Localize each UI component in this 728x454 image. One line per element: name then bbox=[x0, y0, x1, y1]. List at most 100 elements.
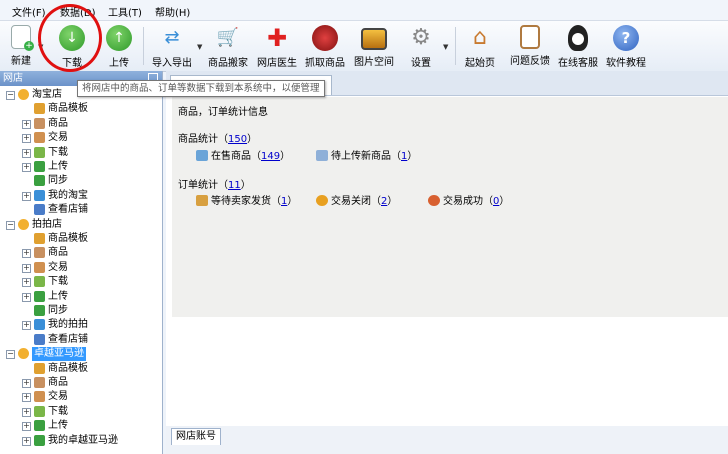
feedback-button[interactable]: 问题反馈 bbox=[508, 23, 552, 69]
upload-icon bbox=[34, 161, 45, 172]
expand-icon[interactable]: + bbox=[22, 163, 31, 172]
online-service-button[interactable]: 在线客服 bbox=[556, 23, 600, 69]
expand-icon[interactable]: + bbox=[22, 278, 31, 288]
success-count-link[interactable]: 0 bbox=[493, 196, 499, 207]
sync-icon bbox=[34, 305, 45, 316]
collapse-icon[interactable]: − bbox=[6, 91, 15, 100]
expand-icon[interactable]: + bbox=[22, 379, 31, 388]
house-icon: ⌂ bbox=[473, 25, 487, 50]
tree-item[interactable]: +查看店铺 bbox=[0, 203, 162, 217]
tree-item-label: 我的卓越亚马逊 bbox=[48, 434, 118, 446]
tree-item[interactable]: + 下载 bbox=[0, 405, 162, 419]
tree-item[interactable]: + 下载 bbox=[0, 146, 162, 160]
tree-item-label: 上传 bbox=[48, 161, 68, 172]
pending-upload-stat: 待上传新商品（1） bbox=[316, 147, 417, 162]
tree-item[interactable]: + 交易 bbox=[0, 131, 162, 145]
spider-icon bbox=[312, 25, 338, 51]
template-icon bbox=[34, 362, 45, 374]
shop-tree-panel: 网店 −淘宝店+商品模板+商品+交易+下载+上传+同步+我的淘宝+查看店铺−拍拍… bbox=[0, 71, 163, 454]
tree-item[interactable]: + 上传 bbox=[0, 290, 162, 304]
tree-item-label: 商品模板 bbox=[48, 362, 88, 374]
tree-item[interactable]: + 商品 bbox=[0, 376, 162, 390]
product-stats: 商品统计（150） bbox=[178, 134, 258, 145]
tree-item[interactable]: +同步 bbox=[0, 174, 162, 188]
expand-icon[interactable]: + bbox=[22, 263, 31, 273]
tree-item[interactable]: + 商品 bbox=[0, 117, 162, 131]
import-export-button[interactable]: ⇄ 导入导出 bbox=[150, 23, 194, 69]
tree-item-label: 同步 bbox=[48, 175, 68, 187]
expand-icon[interactable]: + bbox=[22, 148, 31, 158]
tutorial-button[interactable]: ? 软件教程 bbox=[604, 23, 648, 69]
tree-item[interactable]: + 我的淘宝 bbox=[0, 189, 162, 203]
tree-item[interactable]: + 商品 bbox=[0, 246, 162, 260]
tree-item[interactable]: + 我的卓越亚马逊 bbox=[0, 434, 162, 448]
shop-doctor-button[interactable]: ✚ 网店医生 bbox=[255, 23, 299, 69]
expand-icon[interactable]: + bbox=[22, 292, 31, 302]
bottom-tab-area: 网店账号 bbox=[166, 426, 728, 454]
tree-shop-node[interactable]: − 拍拍店 bbox=[0, 218, 162, 232]
panel-title: 网店 bbox=[3, 73, 23, 84]
tab-shop-accounts[interactable]: 网店账号 bbox=[171, 428, 221, 445]
settings-button[interactable]: ⚙ 设置 bbox=[403, 23, 439, 69]
tree-item-label: 查看店铺 bbox=[48, 204, 88, 216]
expand-icon[interactable]: + bbox=[22, 422, 31, 432]
expand-icon[interactable]: + bbox=[22, 119, 31, 129]
tree-item[interactable]: + 交易 bbox=[0, 261, 162, 275]
grab-product-button[interactable]: 抓取商品 bbox=[303, 23, 347, 69]
tree-item-label: 查看店铺 bbox=[48, 333, 88, 345]
tree-item-label: 商品模板 bbox=[48, 103, 88, 115]
clipboard-icon bbox=[520, 25, 540, 49]
tree-item[interactable]: +商品模板 bbox=[0, 362, 162, 376]
on-sale-count-link[interactable]: 149 bbox=[261, 151, 280, 162]
statistics-panel: 商品，订单统计信息 商品统计（150） 在售商品（149） 待上传新商品（1） … bbox=[172, 97, 728, 317]
expand-icon[interactable]: + bbox=[22, 407, 31, 417]
tree-item[interactable]: +商品模板 bbox=[0, 232, 162, 246]
product-total-link[interactable]: 150 bbox=[228, 134, 247, 145]
collapse-icon[interactable]: − bbox=[6, 350, 15, 360]
tree-item[interactable]: + 上传 bbox=[0, 419, 162, 433]
expand-icon[interactable]: + bbox=[22, 393, 31, 403]
tree-shop-node[interactable]: − 卓越亚马逊 bbox=[0, 347, 162, 362]
shop-icon bbox=[18, 348, 29, 360]
penguin-icon bbox=[568, 25, 588, 51]
tag-icon bbox=[196, 150, 208, 161]
main-content: 商品，订单统计信息 商品统计（150） 在售商品（149） 待上传新商品（1） … bbox=[166, 71, 728, 454]
closed-count-link[interactable]: 2 bbox=[381, 196, 387, 207]
menu-file[interactable]: 文件(F) bbox=[12, 4, 46, 19]
image-space-button[interactable]: 图片空间 bbox=[352, 23, 396, 69]
new-button[interactable]: + 新建 bbox=[6, 23, 36, 69]
tree-item-label: 淘宝店 bbox=[32, 89, 62, 100]
expand-icon[interactable]: + bbox=[22, 134, 31, 144]
tree-item[interactable]: + 上传 bbox=[0, 160, 162, 174]
expand-icon[interactable]: + bbox=[22, 436, 31, 446]
tree-item[interactable]: + 下载 bbox=[0, 275, 162, 289]
tree-item[interactable]: +商品模板 bbox=[0, 102, 162, 116]
home-button[interactable]: ⌂ 起始页 bbox=[462, 23, 498, 69]
help-icon: ? bbox=[613, 25, 639, 51]
expand-icon[interactable]: + bbox=[22, 249, 31, 259]
menu-bar: 文件(F) 数据(D) 工具(T) 帮助(H) bbox=[0, 0, 728, 21]
tree-item-label: 上传 bbox=[48, 420, 68, 432]
tree-item[interactable]: + 我的拍拍 bbox=[0, 318, 162, 332]
on-sale-stat: 在售商品（149） bbox=[196, 147, 290, 162]
tree-item-label: 交易 bbox=[48, 391, 68, 403]
tree-item[interactable]: +查看店铺 bbox=[0, 333, 162, 347]
tree-item-label: 交易 bbox=[48, 132, 68, 144]
pending-upload-count-link[interactable]: 1 bbox=[401, 151, 407, 162]
expand-icon[interactable]: + bbox=[22, 321, 31, 331]
order-total-link[interactable]: 11 bbox=[228, 180, 241, 191]
menu-tools[interactable]: 工具(T) bbox=[108, 4, 142, 19]
tree-item[interactable]: +同步 bbox=[0, 304, 162, 318]
awaiting-ship-count-link[interactable]: 1 bbox=[281, 196, 287, 207]
upload-arrow-icon: ↑ bbox=[106, 25, 132, 51]
product-move-button[interactable]: 🛒 商品搬家 bbox=[206, 23, 250, 69]
trade-icon bbox=[34, 261, 45, 273]
upload-button[interactable]: ↑ 上传 bbox=[104, 23, 134, 69]
highlight-circle bbox=[38, 4, 102, 72]
expand-icon[interactable]: + bbox=[22, 191, 31, 201]
import-export-dropdown-icon[interactable]: ▼ bbox=[197, 43, 202, 51]
collapse-icon[interactable]: − bbox=[6, 220, 15, 230]
tree-item[interactable]: + 交易 bbox=[0, 390, 162, 404]
settings-dropdown-icon[interactable]: ▼ bbox=[443, 43, 448, 51]
menu-help[interactable]: 帮助(H) bbox=[155, 4, 190, 19]
